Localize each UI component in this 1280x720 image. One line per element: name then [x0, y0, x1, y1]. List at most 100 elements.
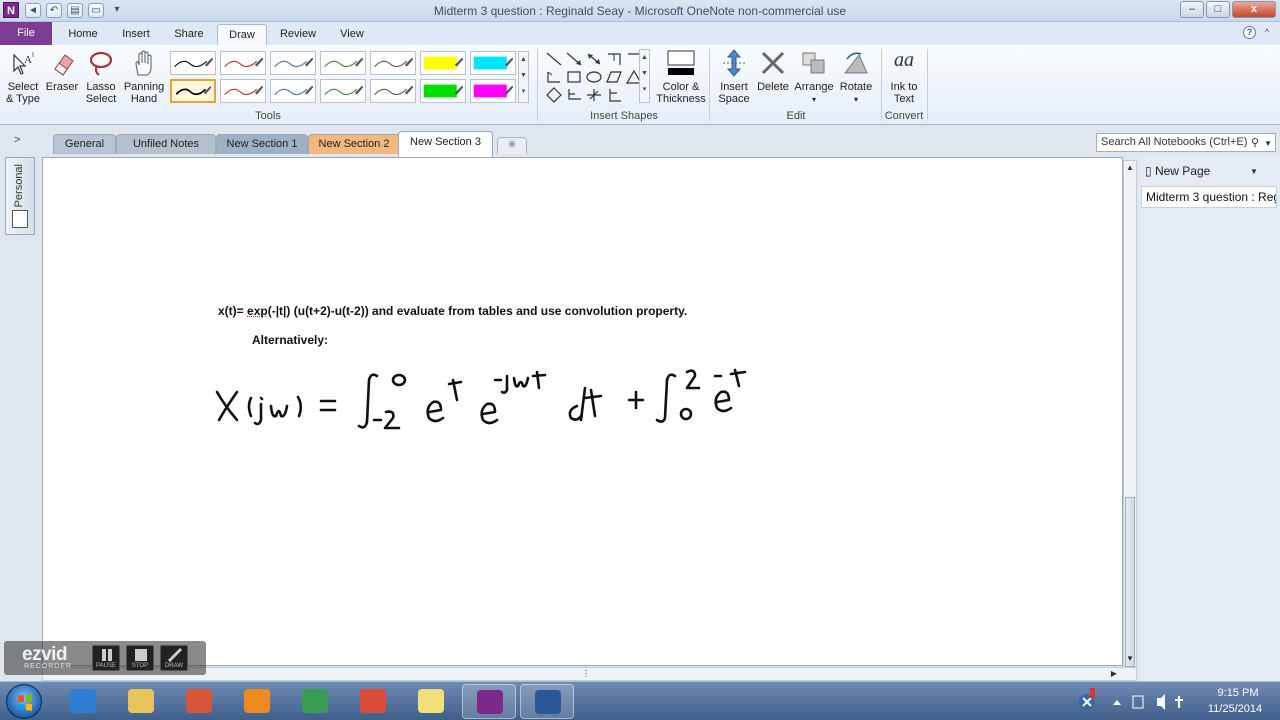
insert-space-button[interactable]: Insert Space — [714, 49, 754, 105]
ellipse-shape-icon[interactable] — [585, 69, 603, 85]
onenote-app-icon[interactable]: N — [3, 2, 19, 18]
scroll-down-icon[interactable]: ▼ — [1124, 653, 1136, 665]
rectangle-shape-icon[interactable] — [565, 69, 583, 85]
network-icon — [1132, 695, 1144, 709]
pen-swatch[interactable] — [370, 51, 416, 75]
page-tab-item[interactable]: Midterm 3 question : Reg — [1141, 186, 1277, 208]
taskbar-sticky-notes-button[interactable] — [404, 684, 458, 719]
diamond-shape-icon[interactable] — [545, 87, 563, 103]
section-tab-new-section-3[interactable]: New Section 3 — [398, 131, 493, 157]
arrow-shape-icon[interactable] — [565, 51, 583, 67]
tab-review[interactable]: Review — [272, 24, 324, 45]
line-shape-icon[interactable] — [545, 51, 563, 67]
pen-swatch[interactable] — [220, 51, 266, 75]
pen-gallery-scroll[interactable]: ▲ ▼ ▾ — [518, 51, 529, 103]
back-icon[interactable]: ◄ — [25, 3, 41, 18]
shapes-gallery-scroll[interactable]: ▲ ▼ ▾ — [639, 49, 650, 103]
eraser-button[interactable]: Eraser — [44, 49, 80, 93]
pen-swatch[interactable] — [420, 51, 466, 75]
start-button[interactable] — [6, 684, 42, 719]
pen-swatch[interactable] — [170, 51, 216, 75]
tab-draw[interactable]: Draw — [217, 24, 267, 45]
pen-swatch[interactable] — [270, 79, 316, 103]
handwritten-equation-ink[interactable] — [205, 360, 765, 435]
arrange-button[interactable]: Arrange ▾ — [793, 49, 835, 106]
clock-date[interactable]: 11/25/2014 — [1200, 703, 1270, 715]
lasso-select-button[interactable]: Lasso Select — [83, 49, 119, 105]
maximize-button[interactable]: □ — [1206, 1, 1230, 18]
clock-time[interactable]: 9:15 PM — [1208, 687, 1268, 699]
add-section-icon[interactable]: ✳ — [497, 137, 527, 154]
vertical-scroll-thumb[interactable] — [1125, 497, 1135, 667]
new-page-button[interactable]: ▯ New Page — [1145, 164, 1210, 178]
select-and-type-button[interactable]: A I Select & Type — [4, 49, 42, 105]
panning-hand-button[interactable]: Panning Hand — [121, 49, 167, 105]
section-tab-unfiled-notes[interactable]: Unfiled Notes — [116, 134, 216, 154]
parallelogram-shape-icon[interactable] — [605, 69, 623, 85]
color-and-thickness-button[interactable]: Color & Thickness — [656, 49, 706, 105]
pen-swatch[interactable] — [370, 79, 416, 103]
taskbar-word-button[interactable] — [520, 684, 574, 719]
tab-file[interactable]: File — [0, 22, 52, 45]
taskbar-chrome-button[interactable] — [346, 684, 400, 719]
customize-toolbar-icon[interactable]: ▾ — [109, 3, 125, 18]
axis-shape-icon[interactable] — [605, 51, 623, 67]
expand-navigation-icon[interactable]: > — [14, 134, 20, 146]
ezvid-stop-button[interactable]: STOP — [126, 645, 154, 671]
pen-swatch[interactable] — [320, 79, 366, 103]
ribbon-tab-row: File Home Insert Share Draw Review View … — [0, 22, 1280, 45]
pen-swatch[interactable] — [320, 51, 366, 75]
tab-view[interactable]: View — [330, 24, 374, 45]
pen-swatch[interactable] — [270, 51, 316, 75]
taskbar-media-player-button[interactable] — [230, 684, 284, 719]
note-text-line-1[interactable]: x(t)= exp(-|t|) (u(t+2)-u(t-2)) and eval… — [218, 304, 687, 318]
corner-shape-icon[interactable] — [545, 69, 563, 85]
notebook-bar[interactable]: Personal — [5, 157, 35, 235]
section-tab-new-section-1[interactable]: New Section 1 — [216, 134, 308, 154]
pen-swatch[interactable] — [420, 79, 466, 103]
ezvid-draw-button[interactable]: DRAW — [160, 645, 188, 671]
pen-swatch[interactable] — [470, 51, 516, 75]
scroll-right-icon[interactable]: ▶ — [1108, 668, 1120, 680]
color-thickness-icon — [667, 50, 695, 75]
taskbar-media-app-button[interactable] — [172, 684, 226, 719]
full-page-view-icon[interactable]: ▭ — [88, 3, 104, 18]
help-icon[interactable]: ? — [1243, 26, 1256, 39]
graph-shape-icon[interactable] — [565, 87, 583, 103]
rotate-button[interactable]: Rotate ▾ — [837, 49, 875, 106]
page-horizontal-scrollbar[interactable]: ▶ ⋮ — [42, 667, 1137, 681]
delete-button[interactable]: Delete — [755, 49, 791, 93]
note-text-line-2[interactable]: Alternatively: — [252, 333, 328, 347]
search-icon[interactable]: ⚲ — [1251, 135, 1259, 152]
cross-axis-shape-icon[interactable] — [585, 87, 603, 103]
undo-icon[interactable]: ↶ — [46, 3, 62, 18]
minimize-button[interactable]: – — [1180, 1, 1204, 18]
taskbar-file-explorer-button[interactable] — [114, 684, 168, 719]
search-input[interactable]: Search All Notebooks (Ctrl+E) ⚲ ▼ — [1096, 133, 1276, 152]
tab-insert[interactable]: Insert — [114, 24, 158, 45]
close-button[interactable]: x — [1232, 1, 1276, 18]
section-tab-new-section-2[interactable]: New Section 2 — [308, 134, 400, 154]
taskbar-onenote-button[interactable] — [462, 684, 516, 719]
grid-axis-shape-icon[interactable] — [605, 87, 623, 103]
section-tab-general[interactable]: General — [53, 134, 116, 154]
eraser-icon — [54, 54, 74, 76]
minimize-ribbon-icon[interactable]: ^ — [1261, 26, 1273, 39]
windows-logo-icon — [18, 694, 32, 711]
double-arrow-shape-icon[interactable] — [585, 51, 603, 67]
page-vertical-scrollbar[interactable]: ▲ ▼ — [1123, 160, 1137, 667]
horizontal-scroll-grip-icon[interactable]: ⋮ — [580, 668, 592, 680]
tab-home[interactable]: Home — [60, 24, 106, 45]
dock-to-desktop-icon[interactable]: ▤ — [67, 3, 83, 18]
pen-swatch[interactable] — [470, 79, 516, 103]
tab-share[interactable]: Share — [166, 24, 212, 45]
pen-swatch[interactable] — [170, 79, 216, 103]
pen-swatch[interactable] — [220, 79, 266, 103]
search-scope-dropdown-icon[interactable]: ▼ — [1264, 135, 1272, 152]
new-page-dropdown-icon[interactable]: ▼ — [1250, 167, 1258, 176]
taskbar-hp-app-button[interactable] — [288, 684, 342, 719]
ezvid-pause-button[interactable]: PAUSE — [92, 645, 120, 671]
scroll-up-icon[interactable]: ▲ — [1124, 162, 1136, 174]
taskbar-internet-explorer-button[interactable] — [56, 684, 110, 719]
ink-to-text-button[interactable]: aa Ink to Text — [884, 49, 924, 105]
